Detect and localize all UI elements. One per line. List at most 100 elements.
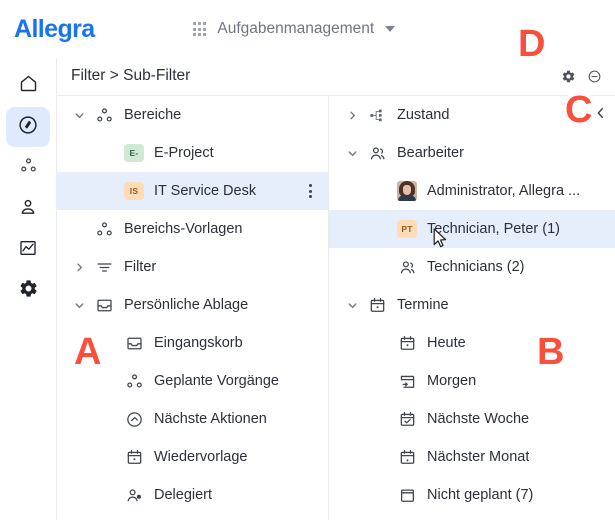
tree-row[interactable]: Nicht geplant (7) (329, 476, 615, 514)
annotation-a: A (74, 331, 102, 373)
tree-row-label: IT Service Desk (154, 183, 257, 199)
tree-row-label: Eingangskorb (154, 335, 243, 351)
tree-row[interactable]: Bearbeiter (329, 134, 615, 172)
tree-row[interactable]: Delegiert (56, 476, 328, 514)
tree-row[interactable]: Persönliche Ablage (56, 286, 328, 324)
share-nodes-icon (94, 219, 114, 239)
rail-item-home[interactable] (6, 66, 50, 106)
users-icon (367, 143, 387, 163)
content-area: Filter > Sub-Filter Bereiche E- E-Projec… (56, 58, 615, 520)
tree-row-label: E-Project (154, 145, 214, 161)
rail-item-compass[interactable] (6, 107, 50, 147)
tree-row-label: Bearbeiter (397, 145, 464, 161)
tree-row[interactable]: E- E-Project (56, 134, 328, 172)
collapse-all-button[interactable] (587, 69, 602, 84)
chevron-down-icon[interactable] (72, 298, 86, 312)
app-switcher[interactable]: Aufgabenmanagement (193, 17, 396, 41)
tree-row[interactable]: Technicians (2) (329, 248, 615, 286)
tree-row-label: Heute (427, 335, 466, 351)
calendar-dot-icon (124, 447, 144, 467)
user-add-icon (124, 485, 144, 505)
calendar-next-icon (397, 371, 417, 391)
share-nodes-icon (19, 156, 38, 180)
panel-collapse-handle[interactable] (593, 106, 607, 120)
tree-row[interactable]: Nächste Woche (329, 400, 615, 438)
calendar-empty-icon (397, 485, 417, 505)
tree-row-label: Nicht geplant (7) (427, 487, 534, 503)
grid-dots-icon (193, 22, 207, 36)
tree-row[interactable]: Morgen (329, 362, 615, 400)
annotation-d: D (518, 23, 546, 65)
tree-row[interactable]: Administrator, Allegra ... (329, 172, 615, 210)
allegra-logo[interactable]: Allegra (14, 14, 95, 44)
allegra-logo-text: Allegra (14, 15, 95, 43)
chevron-down-icon[interactable] (72, 108, 86, 122)
tree-row-label: Geplante Vorgänge (154, 373, 279, 389)
tree-row[interactable]: Termine (329, 286, 615, 324)
calendar-dot-icon (367, 295, 387, 315)
rail-item-share-nodes[interactable] (6, 148, 50, 188)
tree-row[interactable]: PT Technician, Peter (1) (329, 210, 615, 248)
app-switcher-label: Aufgabenmanagement (217, 20, 375, 37)
tree-row-label: Administrator, Allegra ... (427, 183, 581, 199)
project-badge: IS (124, 182, 144, 200)
project-badge: E- (124, 144, 144, 162)
tree-row[interactable]: IS IT Service Desk (56, 172, 328, 210)
tree-row-label: Technicians (2) (427, 259, 525, 275)
tree-row-label: Filter (124, 259, 157, 275)
chevron-right-icon[interactable] (72, 260, 86, 274)
analytics-chart-icon (18, 238, 38, 263)
tree-row[interactable] (56, 514, 328, 520)
tree-row[interactable]: Bereichs-Vorlagen (56, 210, 328, 248)
tree-row[interactable]: Nächster Monat (329, 438, 615, 476)
breadcrumb[interactable]: Filter > Sub-Filter (71, 67, 190, 85)
filter-tree-right-panel: Zustand Bearbeiter Administrator, Allegra … (328, 96, 615, 520)
nav-rail (0, 58, 56, 520)
tree-row[interactable]: Wiedervorlage (56, 438, 328, 476)
annotation-b: B (537, 331, 565, 373)
tree-row-label: Nächster Monat (427, 449, 530, 465)
settings-button[interactable] (561, 69, 576, 84)
header-actions (561, 69, 602, 84)
chevron-down-icon[interactable] (345, 146, 359, 160)
share-nodes-icon (94, 105, 114, 125)
next-action-icon (124, 409, 144, 429)
tree-row-label: Morgen (427, 373, 477, 389)
rail-item-analytics-chart[interactable] (6, 230, 50, 270)
rail-item-user[interactable] (6, 189, 50, 229)
tree-row-label: Persönliche Ablage (124, 297, 249, 313)
inbox-icon (94, 295, 114, 315)
gear-icon (18, 278, 39, 304)
tree-row-label: Technician, Peter (1) (427, 221, 560, 237)
annotation-c: C (565, 89, 593, 131)
app-window: Allegra Aufgabenmanagement Filter > Sub-… (0, 0, 615, 520)
chevron-right-icon[interactable] (345, 108, 359, 122)
tree-row-label: Wiedervorlage (154, 449, 248, 465)
project-badge: PT (397, 220, 417, 238)
tree-row-label: Termine (397, 297, 449, 313)
tree-row-label: Delegiert (154, 487, 213, 503)
tree-row-label: Bereichs-Vorlagen (124, 221, 243, 237)
row-menu-button[interactable] (309, 184, 312, 198)
compass-icon (17, 114, 39, 141)
tree-row-label: Zustand (397, 107, 450, 123)
tree-row[interactable]: Bereiche (56, 96, 328, 134)
calendar-month-icon (397, 447, 417, 467)
avatar (397, 181, 417, 201)
sitemap-icon (367, 105, 387, 125)
calendar-dot-icon (397, 333, 417, 353)
chevron-down-icon[interactable] (385, 26, 396, 32)
chevron-down-icon[interactable] (345, 298, 359, 312)
inbox-icon (124, 333, 144, 353)
user-icon (18, 197, 38, 222)
home-icon (18, 73, 39, 99)
rail-item-gear[interactable] (6, 271, 50, 311)
tree-row-label: Nächste Woche (427, 411, 530, 427)
tree-row-label: Bereiche (124, 107, 182, 123)
tree-row[interactable]: Heute (329, 324, 615, 362)
tree-row[interactable]: Nächste Aktionen (56, 400, 328, 438)
tree-row[interactable]: Filter (56, 248, 328, 286)
share-nodes-icon (124, 371, 144, 391)
calendar-check-icon (397, 409, 417, 429)
tree-row-label: Nächste Aktionen (154, 411, 267, 427)
